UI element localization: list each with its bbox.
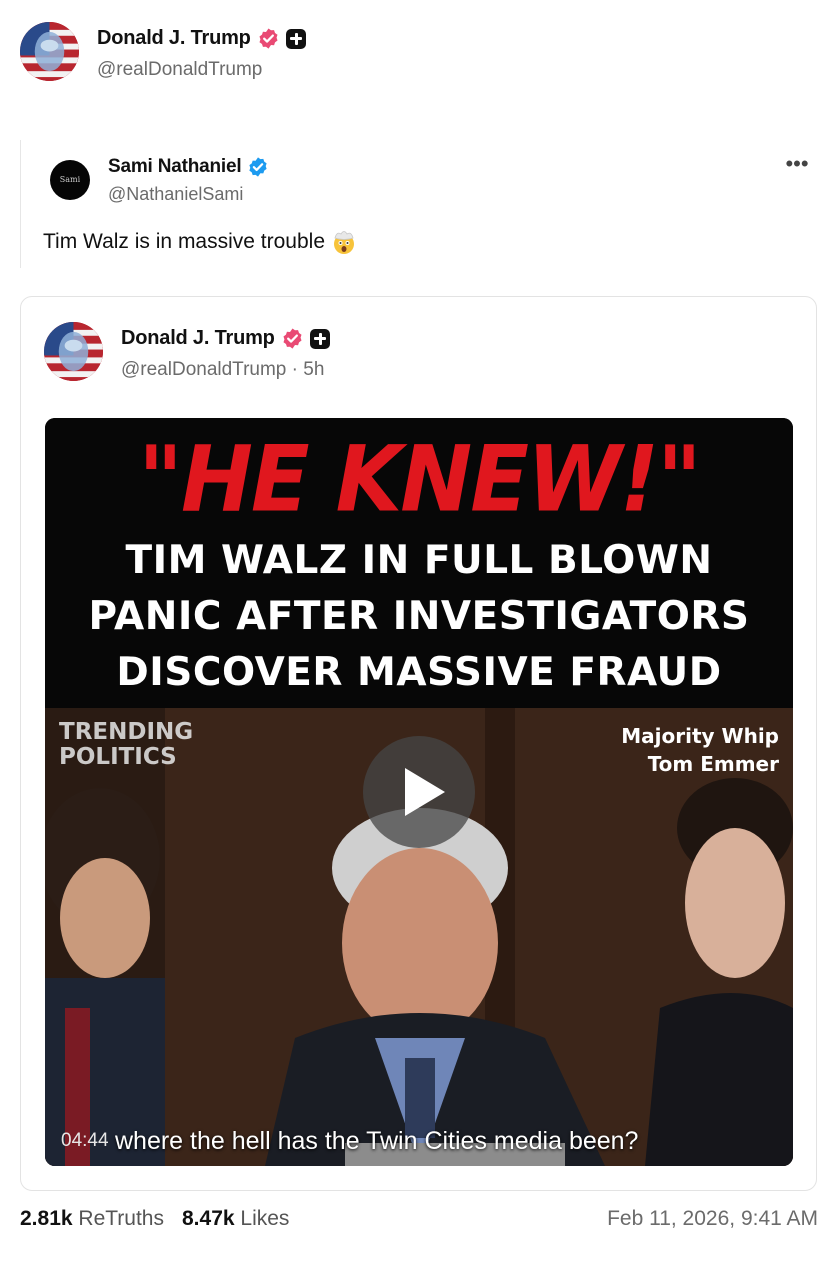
trending-politics-watermark: TRENDING POLITICS xyxy=(59,720,193,770)
quoted-name[interactable]: Sami Nathaniel xyxy=(108,156,269,178)
quote-divider xyxy=(20,140,21,268)
quoted-handle[interactable]: @NathanielSami xyxy=(108,184,243,205)
watermark-line-1: TRENDING xyxy=(59,719,194,745)
likes-stat[interactable]: 8.47k Likes xyxy=(182,1207,289,1231)
video-headline-line-2: PANIC AFTER INVESTIGATORS xyxy=(88,594,750,639)
author-handle[interactable]: @realDonaldTrump xyxy=(97,59,262,81)
author-name-text[interactable]: Donald J. Trump xyxy=(97,27,251,50)
video-headline-red: "HE KNEW!" xyxy=(138,427,702,533)
post-date: Feb 11, 2026, 9:41 AM xyxy=(607,1207,818,1230)
embedded-avatar[interactable] xyxy=(44,322,103,381)
author-name[interactable]: Donald J. Trump xyxy=(97,27,306,50)
video-player[interactable]: "HE KNEW!" TIM WALZ IN FULL BLOWN PANIC … xyxy=(45,418,793,1166)
quoted-post-text: Tim Walz is in massive trouble xyxy=(43,229,357,255)
embedded-author-name[interactable]: Donald J. Trump xyxy=(121,327,330,350)
video-frame: TRENDING POLITICS Majority Whip Tom Emme… xyxy=(45,708,793,1166)
embedded-author-name-text[interactable]: Donald J. Trump xyxy=(121,327,275,350)
quoted-name-text[interactable]: Sami Nathaniel xyxy=(108,156,242,178)
lower-third-line-1: Majority Whip xyxy=(621,724,779,748)
video-headline-line-3: DISCOVER MASSIVE FRAUD xyxy=(116,650,722,695)
more-options-icon[interactable]: ••• xyxy=(784,153,810,177)
retruths-count[interactable]: 2.81k xyxy=(20,1207,73,1230)
plus-badge-icon xyxy=(309,328,330,349)
likes-label[interactable]: Likes xyxy=(240,1207,289,1230)
exploding-head-emoji-icon xyxy=(334,231,355,254)
post-stats: 2.81k ReTruths 8.47k Likes xyxy=(20,1207,289,1231)
likes-count[interactable]: 8.47k xyxy=(182,1207,235,1230)
video-timestamp: 04:44 xyxy=(61,1130,109,1151)
author-avatar[interactable] xyxy=(20,22,79,81)
verified-badge-icon xyxy=(283,328,302,349)
verified-badge-icon xyxy=(259,28,278,49)
retruths-label[interactable]: ReTruths xyxy=(78,1207,164,1230)
video-caption: where the hell has the Twin Cities media… xyxy=(115,1127,639,1155)
lower-third-line-2: Tom Emmer xyxy=(647,752,779,776)
watermark-line-2: POLITICS xyxy=(59,744,177,770)
retruths-stat[interactable]: 2.81k ReTruths xyxy=(20,1207,164,1231)
video-headline-line-1: TIM WALZ IN FULL BLOWN xyxy=(125,538,713,583)
embedded-handle-time[interactable]: @realDonaldTrump · 5h xyxy=(121,359,324,381)
quoted-post-text-content: Tim Walz is in massive trouble xyxy=(43,230,326,253)
quoted-avatar[interactable]: Sami xyxy=(50,160,90,200)
plus-badge-icon xyxy=(285,28,306,49)
blue-check-icon xyxy=(249,157,268,177)
quoted-avatar-text: Sami xyxy=(59,175,81,184)
play-button-icon[interactable] xyxy=(363,736,475,848)
lower-third-label: Majority Whip Tom Emmer xyxy=(621,722,779,778)
video-headline: "HE KNEW!" TIM WALZ IN FULL BLOWN PANIC … xyxy=(45,418,793,708)
